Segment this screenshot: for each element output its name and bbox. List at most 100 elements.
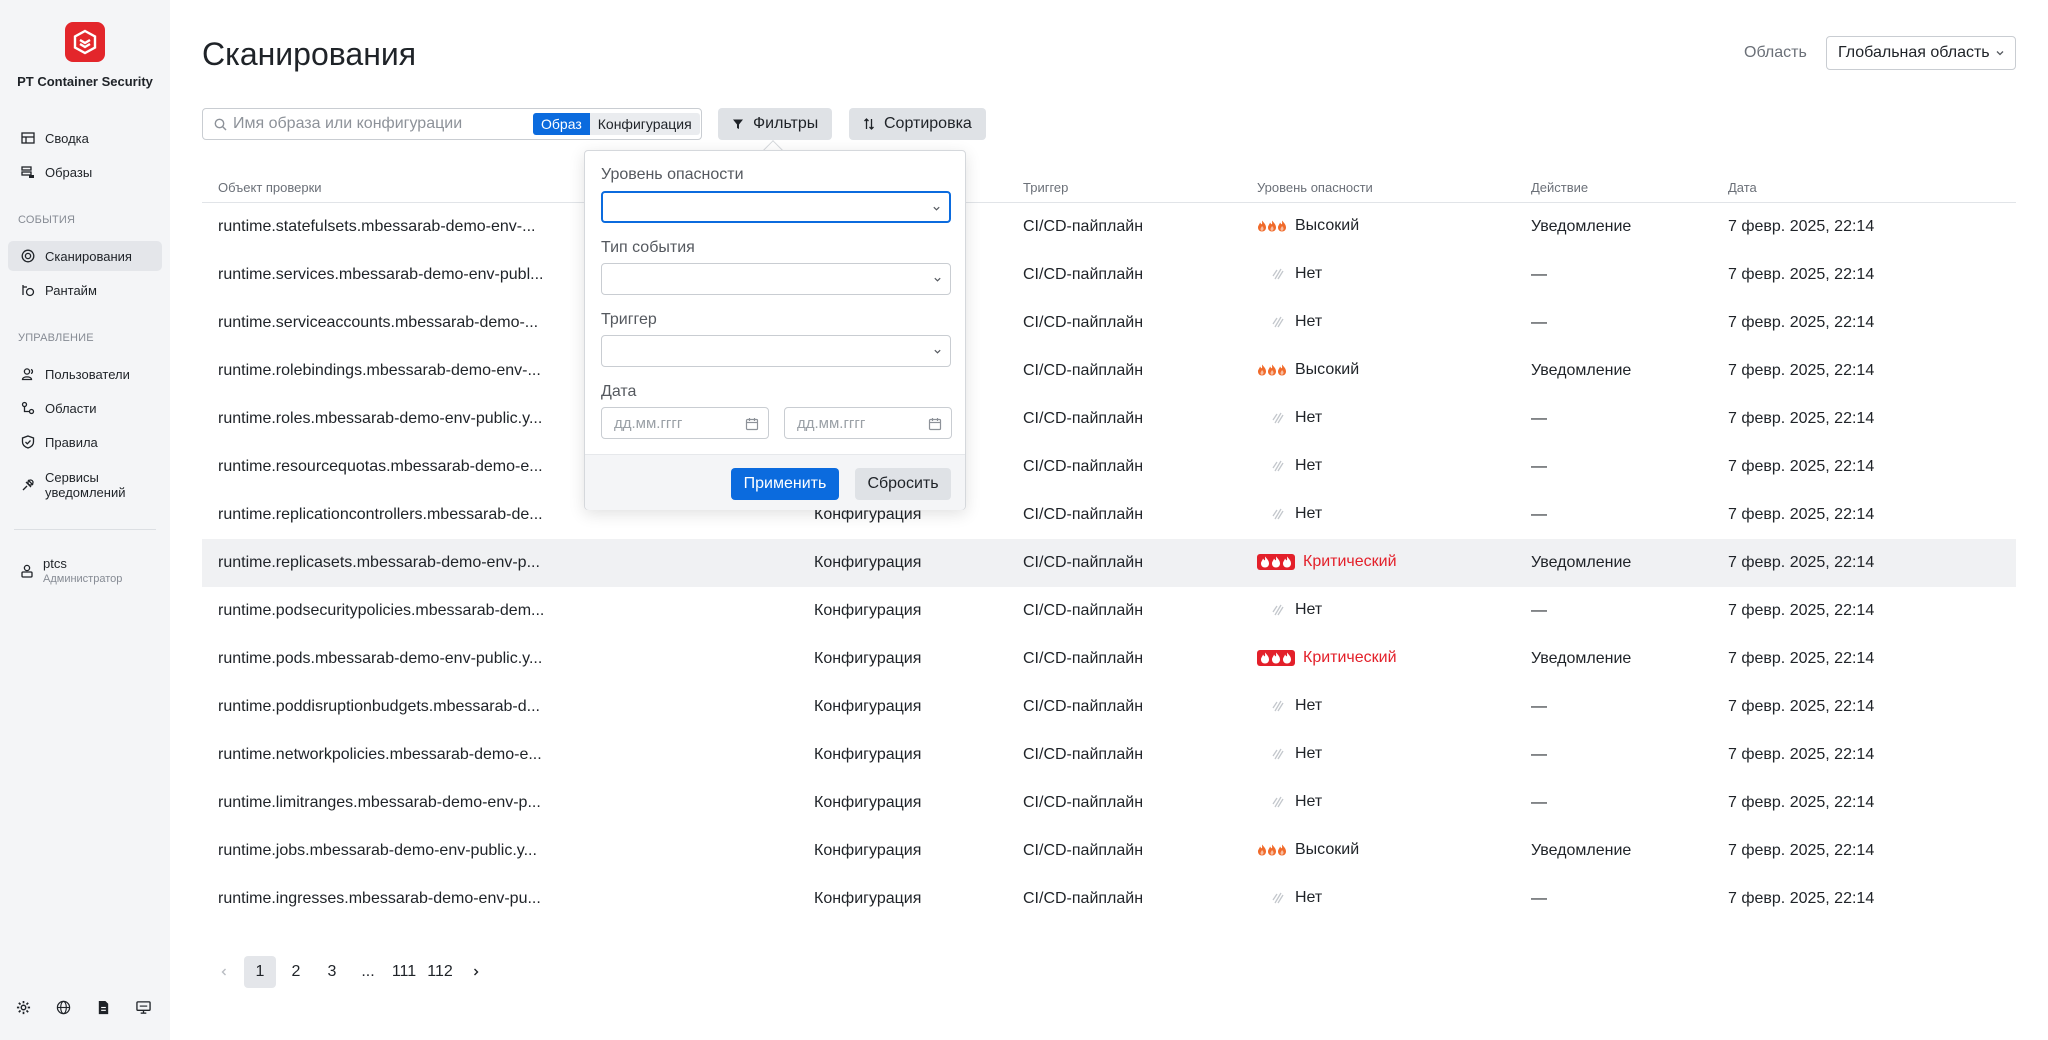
sidebar-item-rules[interactable]: Правила <box>8 427 162 457</box>
severity-high-icon <box>1257 364 1287 376</box>
filter-date-from[interactable]: дд.мм.гггг <box>601 407 769 439</box>
table-row[interactable]: runtime.serviceaccounts.mbessarab-demo-.… <box>202 299 2016 347</box>
toggle-configuration[interactable]: Конфигурация <box>589 113 700 135</box>
next-page-button[interactable] <box>460 956 492 988</box>
filters-button[interactable]: Фильтры <box>718 108 833 140</box>
prev-page-button[interactable] <box>208 956 240 988</box>
sort-button[interactable]: Сортировка <box>849 108 986 140</box>
cell-object[interactable]: runtime.statefulsets.mbessarab-demo-env-… <box>218 218 535 236</box>
cell-object[interactable]: runtime.networkpolicies.mbessarab-demo-e… <box>218 746 542 764</box>
search-input[interactable] <box>233 113 533 135</box>
chevron-right-icon <box>474 968 479 976</box>
table-row[interactable]: runtime.statefulsets.mbessarab-demo-env-… <box>202 203 2016 251</box>
filter-date-to[interactable]: дд.мм.гггг <box>784 407 952 439</box>
document-icon[interactable] <box>94 998 112 1016</box>
table-row[interactable]: runtime.networkpolicies.mbessarab-demo-e… <box>202 731 2016 779</box>
scan-icon <box>20 248 36 264</box>
sidebar-item-scans[interactable]: Сканирования <box>8 241 162 271</box>
table-row[interactable]: runtime.services.mbessarab-demo-env-publ… <box>202 251 2016 299</box>
table-row[interactable]: runtime.replicationcontrollers.mbessarab… <box>202 491 2016 539</box>
cell-action: — <box>1531 890 1547 907</box>
table-row[interactable]: runtime.limitranges.mbessarab-demo-env-p… <box>202 779 2016 827</box>
column-header-trigger[interactable]: Триггер <box>1023 180 1068 195</box>
filter-event-type-select[interactable] <box>601 263 951 295</box>
column-header-date[interactable]: Дата <box>1728 180 1757 195</box>
sidebar-item-notifications[interactable]: Сервисы уведомлений <box>8 465 162 505</box>
table-row[interactable]: runtime.pods.mbessarab-demo-env-public.y… <box>202 635 2016 683</box>
cell-object[interactable]: runtime.ingresses.mbessarab-demo-env-pu.… <box>218 890 541 908</box>
column-header-severity[interactable]: Уровень опасности <box>1257 180 1373 195</box>
globe-icon[interactable] <box>54 998 72 1016</box>
sidebar-item-users[interactable]: Пользователи <box>8 359 162 389</box>
column-header-action[interactable]: Действие <box>1531 180 1588 195</box>
cell-object[interactable]: runtime.pods.mbessarab-demo-env-public.y… <box>218 650 542 668</box>
table-row[interactable]: runtime.podsecuritypolicies.mbessarab-de… <box>202 587 2016 635</box>
cell-trigger: CI/CD-пайплайн <box>1023 314 1144 331</box>
table-row[interactable]: runtime.replicasets.mbessarab-demo-env-p… <box>202 539 2016 587</box>
cell-trigger: CI/CD-пайплайн <box>1023 794 1144 811</box>
cell-object[interactable]: runtime.resourcequotas.mbessarab-demo-e.… <box>218 458 543 476</box>
table-row[interactable]: runtime.resourcequotas.mbessarab-demo-e.… <box>202 443 2016 491</box>
cell-action: — <box>1531 506 1547 523</box>
chevron-down-icon <box>934 277 941 282</box>
cell-object[interactable]: runtime.replicationcontrollers.mbessarab… <box>218 506 543 524</box>
cell-action: — <box>1531 794 1547 811</box>
gear-icon[interactable] <box>14 998 32 1016</box>
cell-object[interactable]: runtime.limitranges.mbessarab-demo-env-p… <box>218 794 541 812</box>
severity-none-icon <box>1272 316 1284 328</box>
cell-date: 7 февр. 2025, 22:14 <box>1728 506 1875 523</box>
cell-object[interactable]: runtime.services.mbessarab-demo-env-publ… <box>218 266 543 284</box>
cell-type: Конфигурация <box>814 842 922 859</box>
page-button[interactable]: 1 <box>244 956 276 988</box>
app-logo[interactable] <box>65 22 105 62</box>
chevron-down-icon <box>933 206 940 211</box>
page-button[interactable]: 3 <box>316 956 348 988</box>
user-profile[interactable]: ptcs Администратор <box>20 556 122 585</box>
toggle-image[interactable]: Образ <box>533 113 590 135</box>
filter-severity-select[interactable] <box>601 191 951 223</box>
page-button[interactable]: 2 <box>280 956 312 988</box>
monitor-icon[interactable] <box>134 998 152 1016</box>
filter-popup-footer: Применить Сбросить <box>585 454 965 510</box>
severity-none-icon <box>1272 604 1284 616</box>
cell-object[interactable]: runtime.poddisruptionbudgets.mbessarab-d… <box>218 698 540 716</box>
table-row[interactable]: runtime.poddisruptionbudgets.mbessarab-d… <box>202 683 2016 731</box>
cell-object[interactable]: runtime.replicasets.mbessarab-demo-env-p… <box>218 554 540 572</box>
user-role: Администратор <box>43 573 123 585</box>
page-title: Сканирования <box>202 36 417 72</box>
sidebar: PT Container Security Сводка Образы СОБЫ… <box>0 0 170 1040</box>
column-header-object[interactable]: Объект проверки <box>218 180 322 195</box>
calendar-icon[interactable] <box>928 417 942 431</box>
section-label-manage: УПРАВЛЕНИЕ <box>18 332 94 344</box>
severity-label: Нет <box>1295 265 1323 282</box>
cell-object[interactable]: runtime.serviceaccounts.mbessarab-demo-.… <box>218 314 538 332</box>
cell-type: Конфигурация <box>814 698 922 715</box>
table-row[interactable]: runtime.jobs.mbessarab-demo-env-public.y… <box>202 827 2016 875</box>
user-name: ptcs <box>43 556 67 571</box>
sort-icon <box>864 118 874 130</box>
cell-object[interactable]: runtime.jobs.mbessarab-demo-env-public.y… <box>218 842 537 860</box>
cell-object[interactable]: runtime.podsecuritypolicies.mbessarab-de… <box>218 602 544 620</box>
cell-severity: Нет <box>1257 793 1322 811</box>
cell-date: 7 февр. 2025, 22:14 <box>1728 794 1875 811</box>
page-button[interactable]: 112 <box>424 956 456 988</box>
severity-label: Нет <box>1295 745 1323 762</box>
calendar-icon[interactable] <box>745 417 759 431</box>
reset-button[interactable]: Сбросить <box>855 468 951 500</box>
scope-select[interactable]: Глобальная область <box>1826 36 2016 70</box>
table-row[interactable]: runtime.rolebindings.mbessarab-demo-env-… <box>202 347 2016 395</box>
cell-object[interactable]: runtime.rolebindings.mbessarab-demo-env-… <box>218 362 541 380</box>
cell-object[interactable]: runtime.roles.mbessarab-demo-env-public.… <box>218 410 542 428</box>
sidebar-item-summary[interactable]: Сводка <box>8 123 162 153</box>
filter-trigger-select[interactable] <box>601 335 951 367</box>
apply-button[interactable]: Применить <box>731 468 839 500</box>
cell-severity: Нет <box>1257 889 1322 907</box>
table-row[interactable]: runtime.ingresses.mbessarab-demo-env-pu.… <box>202 875 2016 923</box>
table-row[interactable]: runtime.roles.mbessarab-demo-env-public.… <box>202 395 2016 443</box>
cell-action: — <box>1531 746 1547 763</box>
sidebar-item-images[interactable]: Образы <box>8 157 162 187</box>
filter-severity-label: Уровень опасности <box>601 166 744 183</box>
sidebar-item-scopes[interactable]: Области <box>8 393 162 423</box>
page-button[interactable]: 111 <box>388 956 420 988</box>
sidebar-item-runtime[interactable]: Рантайм <box>8 275 162 305</box>
